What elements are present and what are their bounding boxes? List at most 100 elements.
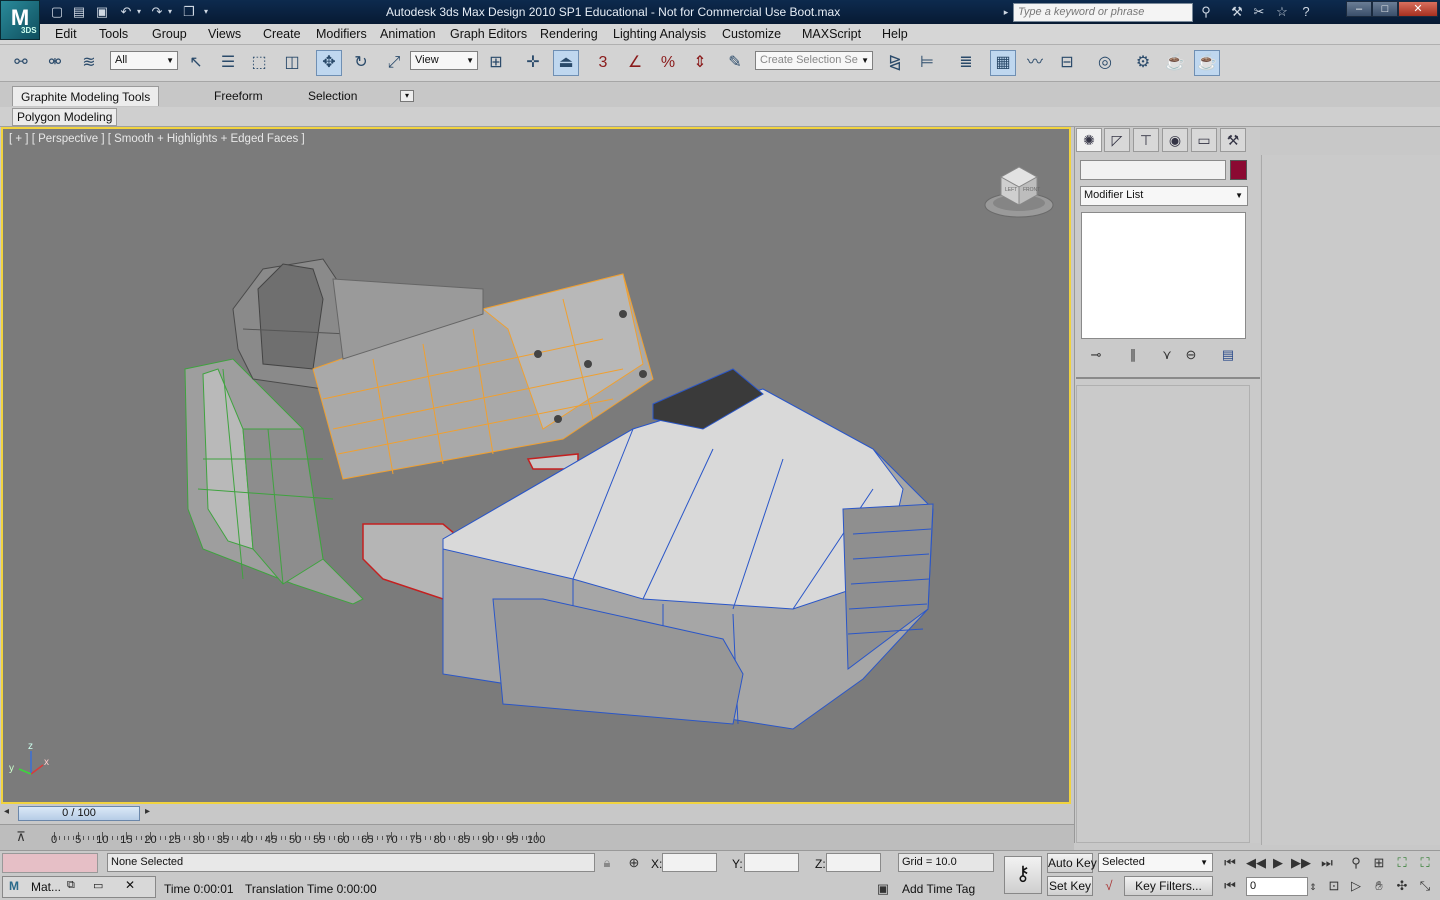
project-folder-icon[interactable]: ❐ [180, 3, 198, 21]
remove-modifier-icon[interactable]: ⊖ [1181, 345, 1201, 365]
modifier-stack-list[interactable] [1081, 212, 1246, 339]
display-tab-icon[interactable]: ▭ [1191, 128, 1217, 152]
maxscript-listener[interactable] [2, 853, 98, 873]
select-and-move-icon[interactable]: ✥ [316, 50, 342, 76]
curve-editor-icon[interactable]: 〰 [1022, 50, 1048, 76]
current-frame-input[interactable]: 0 [1246, 877, 1308, 896]
configure-modifier-sets-icon[interactable]: ▤ [1218, 345, 1238, 365]
menu-views[interactable]: Views [208, 27, 241, 41]
viewcube-icon[interactable]: LEFT FRONT [983, 159, 1055, 221]
menu-help[interactable]: Help [882, 27, 908, 41]
redo-dropdown-icon[interactable]: ▾ [165, 3, 175, 21]
render-setup-icon[interactable]: ⚙ [1130, 50, 1156, 76]
maximize-viewport-icon[interactable]: ⤡ [1415, 876, 1435, 896]
time-tag-icon[interactable]: ▣ [873, 879, 893, 899]
default-tangents-icon[interactable]: √ [1099, 876, 1119, 896]
menu-tools[interactable]: Tools [99, 27, 128, 41]
close-button[interactable]: ✕ [1398, 1, 1438, 17]
set-key-key-icon[interactable]: ⚷ [1004, 856, 1042, 894]
pin-stack-icon[interactable]: ⊸ [1086, 345, 1106, 365]
minimized-window-tab[interactable]: M Mat... ⧉ ▭ ✕ [2, 876, 156, 898]
minimize-button[interactable]: – [1346, 1, 1372, 17]
menu-edit[interactable]: Edit [55, 27, 77, 41]
tab-freeform[interactable]: Freeform [206, 86, 271, 106]
undo-dropdown-icon[interactable]: ▾ [134, 3, 144, 21]
close-mini-icon[interactable]: ✕ [125, 878, 135, 892]
motion-tab-icon[interactable]: ◉ [1162, 128, 1188, 152]
previous-frame-icon[interactable]: ◀◀ [1246, 853, 1266, 873]
time-configuration-icon[interactable]: ⊡ [1324, 876, 1344, 896]
unlink-icon[interactable]: ⚮ [42, 50, 68, 76]
object-color-swatch[interactable] [1230, 160, 1247, 180]
spinner-snap-icon[interactable]: ⇕ [687, 50, 713, 76]
render-production-icon[interactable]: ☕ [1194, 50, 1220, 76]
search-expand-icon[interactable]: ▸ [1001, 3, 1011, 21]
x-coordinate-input[interactable] [662, 853, 717, 872]
slider-next-icon[interactable]: ▸ [145, 806, 150, 817]
auto-key-button[interactable]: Auto Key [1047, 853, 1097, 873]
go-to-end-icon[interactable]: ⏭︎ [1317, 853, 1337, 873]
zoom-extents-icon[interactable]: ⛶ [1392, 853, 1412, 873]
help-icon[interactable]: ? [1297, 3, 1315, 21]
select-object-icon[interactable]: ↖ [183, 50, 209, 76]
align-icon[interactable]: ⊨ [914, 50, 940, 76]
modifier-list-dropdown[interactable]: Modifier List ▼ [1080, 186, 1248, 206]
pivot-center-icon[interactable]: ⊞ [483, 50, 509, 76]
new-file-icon[interactable]: ▢ [48, 3, 66, 21]
menu-customize[interactable]: Customize [722, 27, 781, 41]
percent-snap-icon[interactable]: % [655, 50, 681, 76]
material-editor-icon[interactable]: ◎ [1092, 50, 1118, 76]
quick-access-dropdown-icon[interactable]: ▾ [200, 3, 212, 21]
angle-snap-icon[interactable]: ∠ [622, 50, 648, 76]
restore-icon[interactable]: ⧉ [67, 879, 75, 892]
orbit-icon[interactable]: ✣ [1392, 876, 1412, 896]
key-filter-dropdown[interactable]: Selected ▼ [1098, 853, 1213, 872]
undo-icon[interactable]: ↶ [117, 3, 135, 21]
select-by-name-icon[interactable]: ☰ [215, 50, 241, 76]
communication-icon[interactable]: ✂ [1250, 3, 1268, 21]
mirror-icon[interactable]: ⧎ [882, 50, 908, 76]
select-and-scale-icon[interactable]: ⤢ [381, 50, 407, 76]
tab-graphite-modeling-tools[interactable]: Graphite Modeling Tools [12, 86, 160, 106]
go-to-start-icon[interactable]: ⏮︎ [1220, 853, 1240, 873]
zoom-extents-all-icon[interactable]: ⛶ [1415, 853, 1435, 873]
bind-space-warp-icon[interactable]: ≋ [76, 50, 102, 76]
hierarchy-tab-icon[interactable]: ⊤ [1133, 128, 1159, 152]
key-filters-button[interactable]: Key Filters... [1124, 876, 1213, 896]
zoom-all-icon[interactable]: ⊞ [1369, 853, 1389, 873]
modify-tab-icon[interactable]: ◸ [1104, 128, 1130, 152]
menu-modifiers[interactable]: Modifiers [316, 27, 367, 41]
select-manipulate-icon[interactable]: ✛ [520, 50, 546, 76]
set-key-button[interactable]: Set Key [1047, 876, 1093, 896]
field-of-view-icon[interactable]: ▷ [1346, 876, 1366, 896]
favorites-star-icon[interactable]: ☆ [1273, 3, 1291, 21]
menu-animation[interactable]: Animation [380, 27, 436, 41]
edit-named-selection-icon[interactable]: ✎ [722, 50, 748, 76]
time-slider-thumb[interactable]: 0 / 100 [18, 806, 140, 821]
frame-spinner-icon[interactable]: ⇕ [1307, 877, 1319, 897]
reference-coordinate-dropdown[interactable]: View ▼ [410, 51, 478, 70]
utilities-tab-icon[interactable]: ⚒ [1220, 128, 1246, 152]
selection-lock-icon[interactable]: 🔒︎ [597, 853, 617, 873]
y-coordinate-input[interactable] [744, 853, 799, 872]
menu-graph-editors[interactable]: Graph Editors [450, 27, 527, 41]
keyboard-shortcut-override-icon[interactable]: ⏏ [553, 50, 579, 76]
search-input[interactable]: Type a keyword or phrase [1013, 3, 1193, 22]
time-slider-track[interactable] [0, 804, 1074, 824]
next-frame-icon[interactable]: ▶▶ [1291, 853, 1311, 873]
menu-maxscript[interactable]: MAXScript [802, 27, 861, 41]
pan-view-icon[interactable]: ✋︎ [1369, 876, 1389, 896]
menu-lighting-analysis[interactable]: Lighting Analysis [613, 27, 706, 41]
perspective-viewport[interactable]: [ + ] [ Perspective ] [ Smooth + Highlig… [1, 127, 1071, 804]
schematic-view-icon[interactable]: ⊟ [1054, 50, 1080, 76]
redo-icon[interactable]: ↷ [148, 3, 166, 21]
make-unique-icon[interactable]: ⋎ [1157, 345, 1177, 365]
window-crossing-icon[interactable]: ◫ [279, 50, 305, 76]
ribbon-options-icon[interactable]: ▾ [400, 90, 414, 102]
menu-group[interactable]: Group [152, 27, 187, 41]
open-file-icon[interactable]: ▤ [70, 3, 88, 21]
rendered-frame-window-icon[interactable]: ☕ [1162, 50, 1188, 76]
named-selection-input[interactable]: Create Selection Se ▼ [755, 51, 873, 70]
save-icon[interactable]: ▣ [93, 3, 111, 21]
play-icon[interactable]: ▶ [1268, 853, 1288, 873]
